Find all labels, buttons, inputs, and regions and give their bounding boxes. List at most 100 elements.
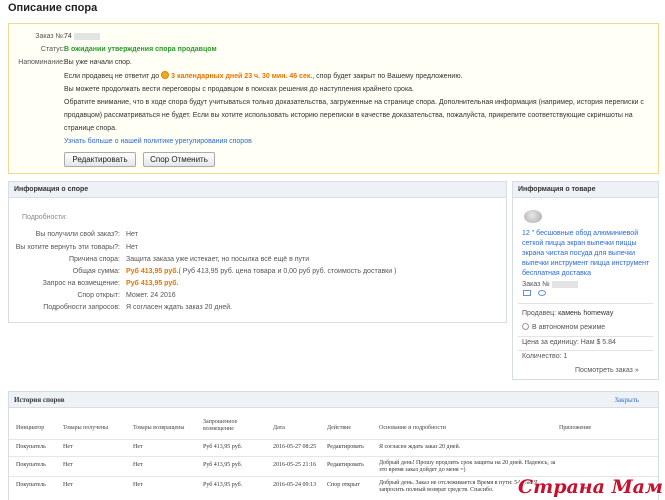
status-value: В ожидании утверждения спора продавцом	[64, 46, 217, 53]
product-action-icons	[523, 290, 553, 298]
history-action: Редактировать	[327, 444, 364, 450]
info-label: Причина спора:	[68, 256, 120, 263]
history-details: Добрый день! Прошу продлить срок защиты …	[379, 460, 556, 466]
total-breakdown: ( Руб 413,95 руб. цена товара и 0,00 руб…	[178, 268, 397, 275]
col-date: Дата	[273, 425, 285, 431]
history-initiator: Покупатель	[16, 482, 46, 488]
col-attachment: Приложение	[559, 425, 592, 431]
unit-price-label: Цена за единицу:	[522, 339, 579, 346]
policy-link[interactable]: Узнать больше о нашей политике урегулиро…	[64, 137, 252, 147]
col-details: Основание и подробности	[379, 425, 446, 431]
history-details: Добрый день. Заказ не отслеживается Врем…	[379, 480, 538, 486]
history-close-link[interactable]: Закрыть	[615, 392, 639, 408]
order-label: Заказ №:	[35, 33, 65, 40]
col-action: Действие	[327, 425, 352, 431]
history-action: Спор открыт	[327, 482, 360, 488]
history-date: 2016-05-27 08:25	[273, 444, 317, 450]
negotiate-text: Вы можете продолжать вести переговоры с …	[64, 86, 414, 93]
history-details: Я согласен ждать заказ 20 дней.	[379, 444, 461, 450]
history-date: 2016-05-25 21:16	[273, 462, 317, 468]
dispute-info-header: Информация о споре	[9, 182, 506, 198]
history-returned: Нет	[133, 444, 143, 450]
info-label: Спор открыт:	[77, 292, 120, 299]
divider	[518, 303, 653, 304]
quantity-value: 1	[563, 353, 568, 360]
info-value: Руб 413,95 руб.( Руб 413,95 руб. цена то…	[126, 267, 396, 277]
notice-line-1: Обратите внимание, что в ходе спора буду…	[64, 99, 644, 106]
edit-button[interactable]: Редактировать	[64, 152, 136, 167]
notice-line-2: продавцом) рассматриваться не будет. Есл…	[64, 112, 633, 119]
unit-price-row: Цена за единицу: Нам $ 5.84	[522, 338, 616, 348]
history-header: История споров Закрыть	[9, 392, 658, 408]
col-initiator: Инициатор	[16, 425, 45, 431]
offline-row: В автономном режиме	[522, 323, 605, 333]
history-refund: Руб 413,95 руб.	[203, 462, 243, 468]
notice-line-3: странице спора.	[64, 125, 117, 132]
history-received: Нет	[63, 444, 73, 450]
dispute-summary: Заказ №: 74 Статус: В ожидании утвержден…	[8, 23, 659, 174]
col-refund: Запрошенное возмещение	[203, 419, 238, 432]
details-label: Подробности:	[22, 214, 67, 221]
info-value: Нет	[126, 244, 138, 251]
offline-text: В автономном режиме	[532, 324, 606, 331]
order-value: 74	[64, 32, 100, 42]
history-refund: Руб 413,95 руб.	[203, 444, 243, 450]
deadline-time: 3 календарных дней 23 ч. 30 мин. 46 сек.	[171, 73, 313, 80]
info-label: Подробности запросов:	[43, 304, 120, 311]
history-details-cont: запросить полный возврат средств. Спасиб…	[379, 487, 494, 493]
product-order-label: Заказ №	[522, 281, 550, 288]
seller-row: Продавец: камень homeway	[522, 309, 613, 319]
unit-price-value: Нам $ 5.84	[580, 339, 616, 346]
page-title: Описание спора	[8, 2, 98, 14]
product-info-panel: Информация о товаре 12 " бесшовные обод …	[512, 181, 659, 380]
history-received: Нет	[63, 462, 73, 468]
history-refund: Руб 413,95 руб.	[203, 482, 243, 488]
tracking-icon[interactable]	[538, 290, 546, 296]
deadline-suffix: , спор будет закрыт по Вашему предложени…	[312, 73, 463, 80]
product-image[interactable]	[524, 210, 542, 223]
col-returned: Товары возвращены	[133, 425, 185, 431]
view-order-link[interactable]: Посмотреть заказ »	[575, 366, 639, 376]
quantity-label: Количество:	[522, 353, 562, 360]
reminder-label: Напоминание:	[18, 59, 65, 66]
history-received: Нет	[63, 482, 73, 488]
info-value: Я согласен ждать заказ 20 дней.	[126, 304, 233, 311]
product-info-header: Информация о товаре	[513, 182, 658, 198]
divider	[9, 456, 658, 457]
site-watermark: Страна Мам	[517, 476, 663, 498]
refund-amount: Руб 413,95 руб.	[126, 280, 179, 287]
offline-status-icon	[522, 323, 529, 330]
seller-label: Продавец:	[522, 310, 557, 317]
product-order-row: Заказ №	[522, 280, 578, 290]
info-value: Нет	[126, 231, 138, 238]
product-title-link[interactable]: 12 " бесшовные обод алюминиевой сеткой п…	[522, 229, 653, 279]
info-label: Запрос на возмещение:	[42, 280, 120, 287]
masked-order-number	[73, 32, 100, 40]
history-details-cont: это время заказ дойдет до меня =)	[379, 467, 466, 473]
history-returned: Нет	[133, 462, 143, 468]
history-initiator: Покупатель	[16, 462, 46, 468]
deadline-text: Если продавец не ответит до 3 календарных…	[64, 71, 463, 82]
deadline-prefix: Если продавец не ответит до	[64, 73, 160, 80]
total-amount: Руб 413,95 руб.	[126, 268, 179, 275]
quantity-row: Количество: 1	[522, 352, 567, 362]
info-label: Вы получили свой заказ?:	[35, 231, 120, 238]
dispute-info-panel: Информация о споре Подробности: Вы получ…	[8, 181, 507, 323]
history-initiator: Покупатель	[16, 444, 46, 450]
snapshot-icon[interactable]	[523, 290, 531, 296]
seller-name[interactable]: камень homeway	[558, 310, 613, 317]
order-number: 74	[64, 33, 72, 40]
divider	[518, 350, 653, 351]
masked-order-number	[551, 280, 578, 288]
history-returned: Нет	[133, 482, 143, 488]
status-label: Статус:	[40, 46, 65, 53]
history-date: 2016-05-24 09:13	[273, 482, 317, 488]
info-label: Общая сумма:	[72, 268, 120, 275]
col-received: Товары получены	[63, 425, 109, 431]
reminder-value: Вы уже начали спор.	[64, 59, 132, 66]
divider	[9, 439, 658, 440]
clock-icon	[161, 71, 170, 79]
cancel-dispute-button[interactable]: Спор Отменить	[143, 152, 215, 167]
history-action: Редактировать	[327, 462, 364, 468]
info-value: Может. 24 2016	[126, 292, 176, 299]
